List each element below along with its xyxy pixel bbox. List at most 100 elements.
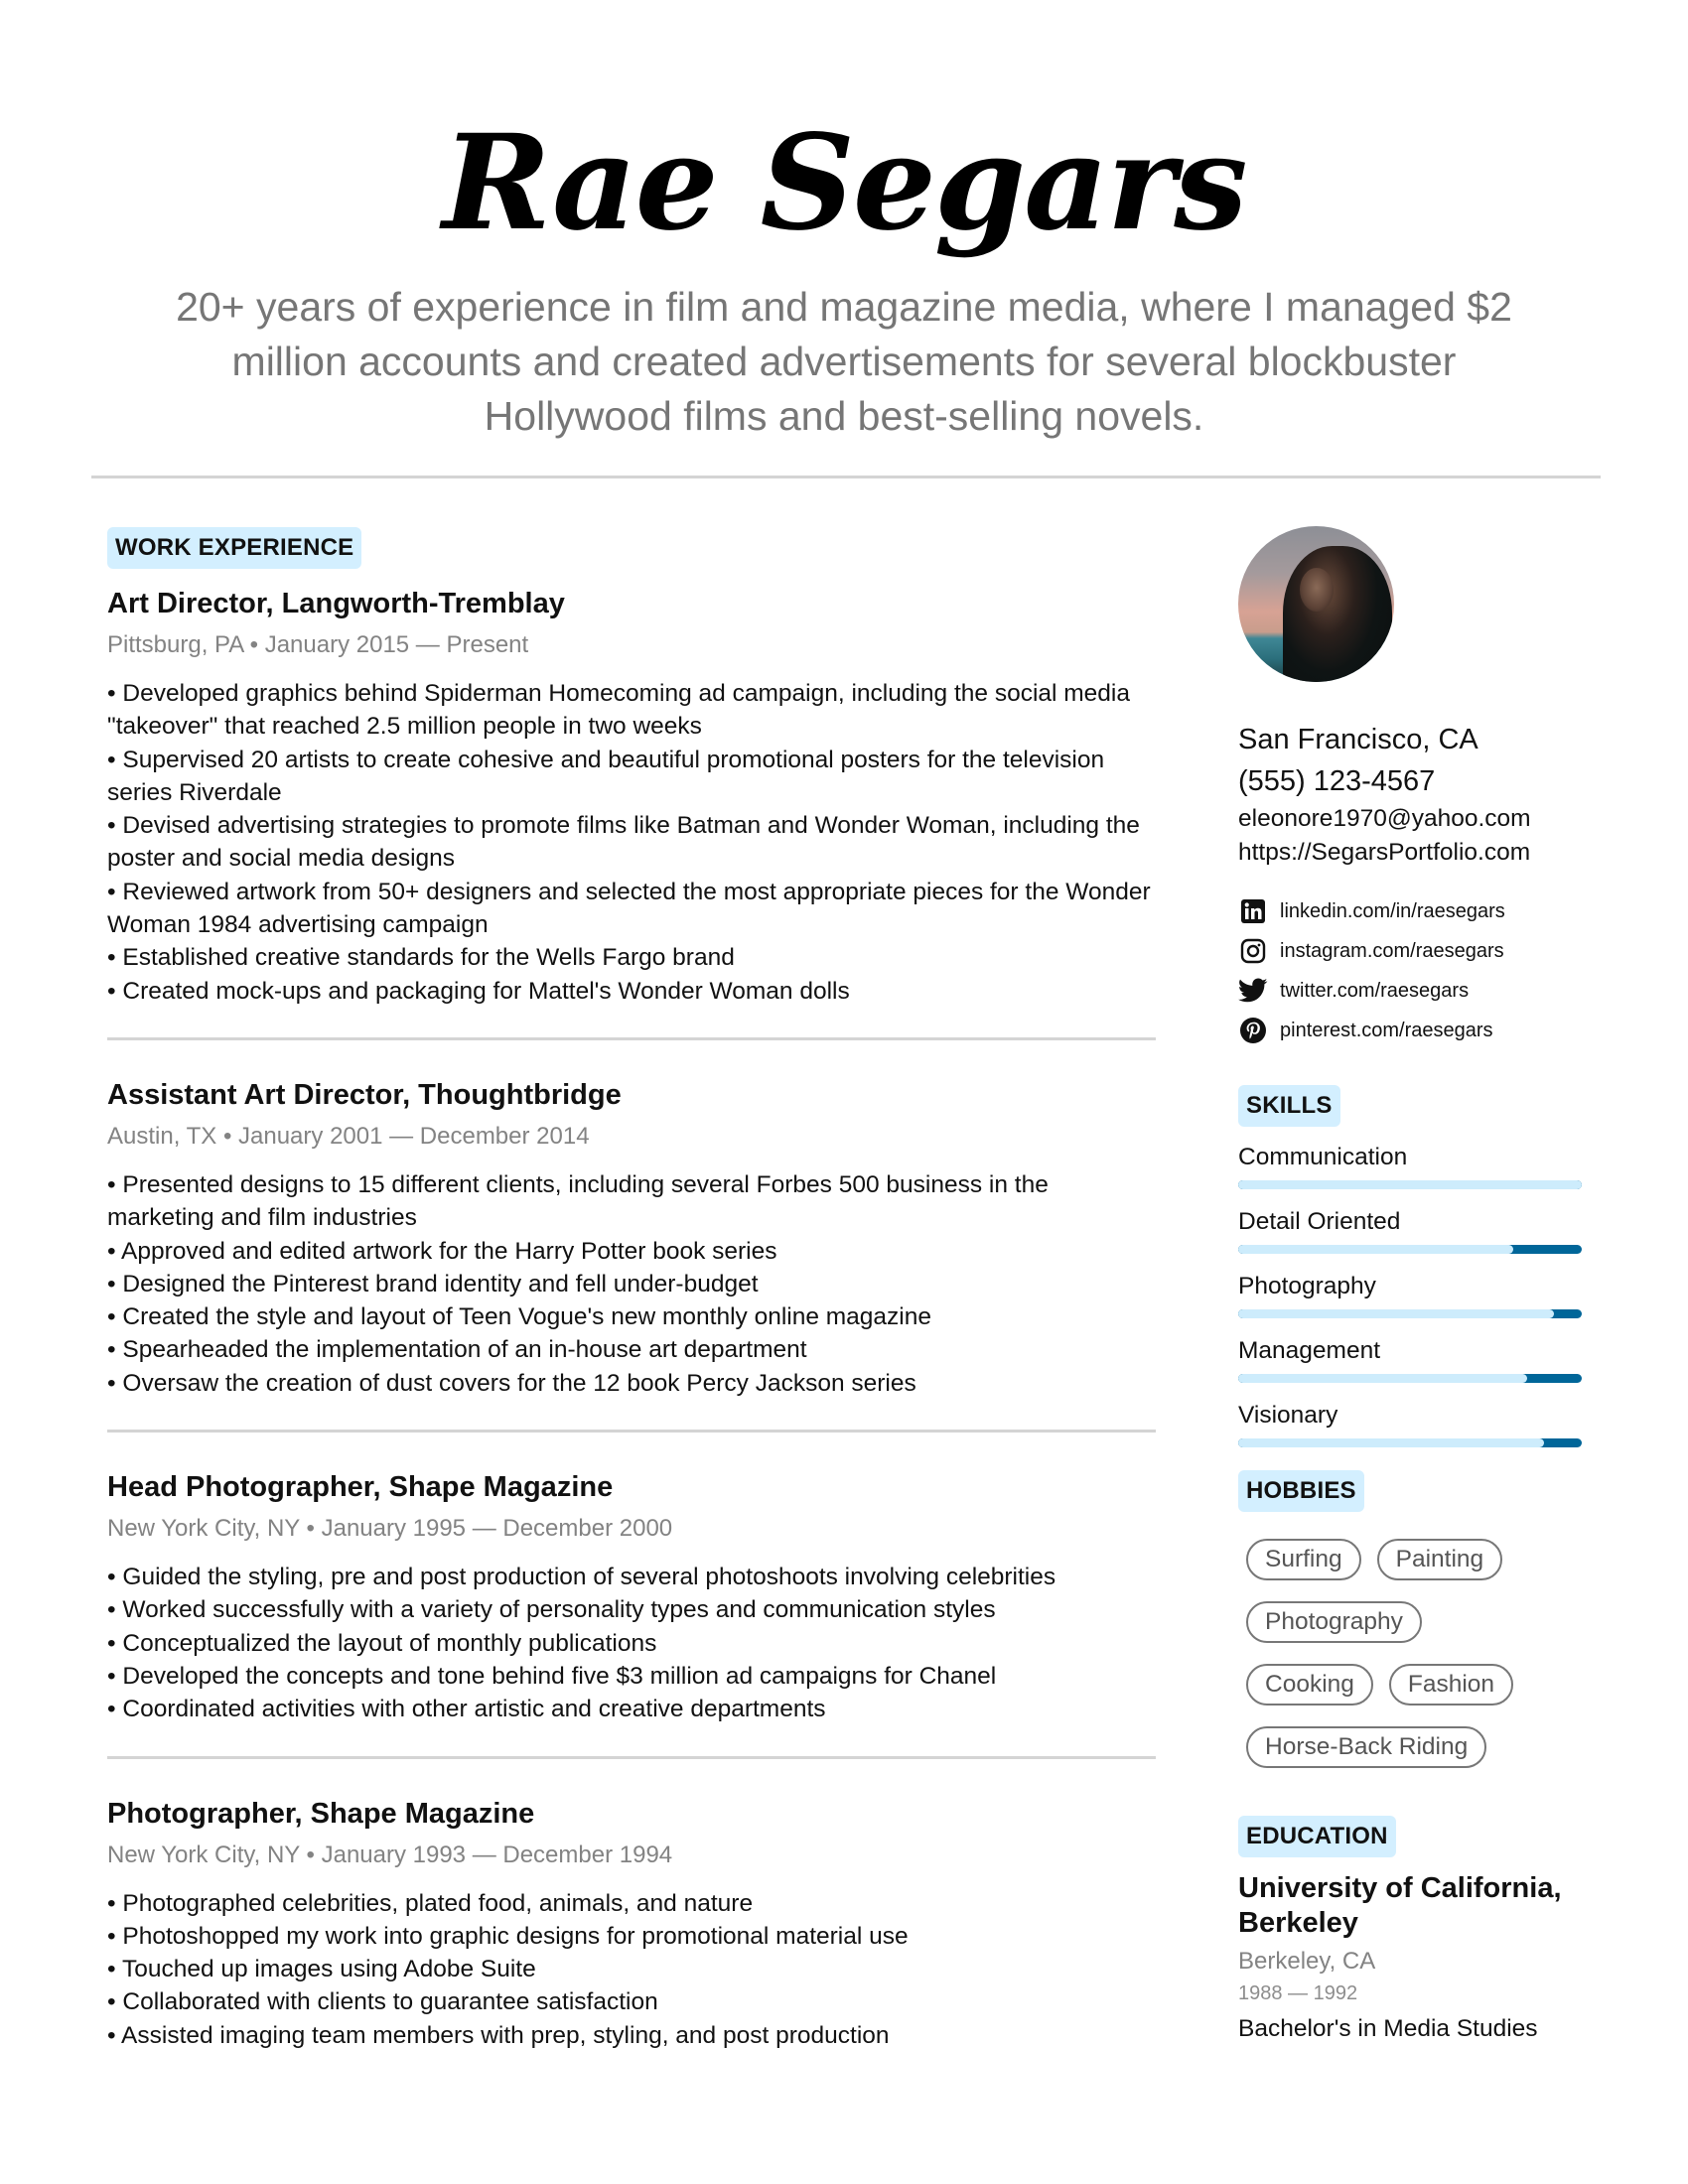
- pinterest-icon: [1238, 1016, 1268, 1045]
- job-bullet: • Worked successfully with a variety of …: [107, 1596, 996, 1624]
- skill-item: Communication: [1238, 1141, 1596, 1189]
- hobby-chip: Fashion: [1388, 1664, 1514, 1706]
- job-meta: New York City, NY • January 1995 — Decem…: [107, 1515, 673, 1543]
- job-meta: Pittsburg, PA • January 2015 — Present: [107, 631, 529, 658]
- job-bullet: • Devised advertising strategies to prom…: [107, 812, 1140, 873]
- section-title-skills: SKILLS: [1238, 1085, 1340, 1127]
- hobby-chip: Photography: [1246, 1601, 1422, 1643]
- job-entry: Photographer, Shape Magazine New York Cit…: [107, 1796, 1156, 2052]
- hobby-chip: Horse-Back Riding: [1246, 1726, 1487, 1768]
- skill-item: Photography: [1238, 1270, 1596, 1318]
- job-bullets: • Developed graphics behind Spiderman Ho…: [107, 677, 1156, 1008]
- job-title: Head Photographer, Shape Magazine: [107, 1471, 614, 1504]
- job-list: Art Director, Langworth-Tremblay Pittsbur…: [107, 586, 1156, 2052]
- skill-list: Communication Detail Oriented Photography M…: [1238, 1141, 1596, 1447]
- skill-level-bar: [1238, 1309, 1582, 1318]
- avatar: [1238, 526, 1394, 682]
- skill-level-fill: [1238, 1309, 1555, 1318]
- education-degree: Bachelor's in Media Studies: [1238, 2015, 1538, 2042]
- skill-label: Communication: [1238, 1144, 1408, 1170]
- skill-item: Visionary: [1238, 1399, 1596, 1447]
- avatar-face: [1300, 568, 1334, 612]
- hobby-list: Surfing Painting Photography Cooking Fashion…: [1246, 1539, 1574, 1789]
- skill-level-fill: [1238, 1245, 1513, 1254]
- skill-label: Visionary: [1238, 1402, 1338, 1429]
- skill-label: Photography: [1238, 1273, 1376, 1299]
- section-title-education: EDUCATION: [1238, 1816, 1396, 1857]
- job-bullet: • Created the style and layout of Teen V…: [107, 1303, 931, 1331]
- social-links: linkedin.com/in/raesegars instagram.com/…: [1238, 891, 1596, 1050]
- sidebar: San Francisco, CA (555) 123-4567 eleonor…: [1238, 526, 1596, 2046]
- education-section: EDUCATION University of California, Berk…: [1238, 1816, 1596, 2046]
- section-title-hobbies: HOBBIES: [1238, 1470, 1364, 1512]
- social-link-pinterest[interactable]: pinterest.com/raesegars: [1238, 1011, 1596, 1050]
- job-bullet: • Photographed celebrities, plated food,…: [107, 1889, 754, 1917]
- social-link-twitter[interactable]: twitter.com/raesegars: [1238, 971, 1596, 1011]
- job-bullet: • Photoshopped my work into graphic desi…: [107, 1922, 909, 1950]
- job-bullets: • Photographed celebrities, plated food,…: [107, 1887, 1156, 2052]
- contact-website[interactable]: https://SegarsPortfolio.com: [1238, 836, 1596, 870]
- twitter-icon: [1238, 976, 1268, 1006]
- job-bullet: • Created mock-ups and packaging for Mat…: [107, 977, 850, 1005]
- job-bullet: • Designed the Pinterest brand identity …: [107, 1270, 759, 1297]
- skill-label: Detail Oriented: [1238, 1208, 1401, 1235]
- job-bullet: • Established creative standards for the…: [107, 944, 735, 972]
- skill-level-bar: [1238, 1438, 1582, 1447]
- hobbies-section: HOBBIES Surfing Painting Photography Cookin…: [1238, 1470, 1596, 1789]
- linkedin-icon: [1238, 896, 1268, 926]
- work-experience-section: WORK EXPERIENCE Art Director, Langworth-…: [107, 527, 1156, 2052]
- job-bullet: • Reviewed artwork from 50+ designers an…: [107, 878, 1151, 939]
- job-bullet: • Coordinated activities with other arti…: [107, 1696, 826, 1723]
- job-separator: [107, 1036, 1156, 1040]
- job-bullet: • Collaborated with clients to guarantee…: [107, 1988, 658, 2016]
- contact-phone: (555) 123-4567: [1238, 765, 1436, 797]
- contact-city: San Francisco, CA: [1238, 724, 1478, 755]
- social-link-label: linkedin.com/in/raesegars: [1280, 899, 1505, 922]
- job-bullet: • Assisted imaging team members with pre…: [107, 2021, 890, 2049]
- hobby-chip: Surfing: [1246, 1539, 1361, 1580]
- job-entry: Art Director, Langworth-Tremblay Pittsbur…: [107, 586, 1156, 1008]
- social-link-label: twitter.com/raesegars: [1280, 979, 1470, 1002]
- resume-summary: 20+ years of experience in film and maga…: [176, 284, 1512, 439]
- skill-level-bar: [1238, 1245, 1582, 1254]
- skill-item: Management: [1238, 1334, 1596, 1383]
- skill-item: Detail Oriented: [1238, 1205, 1596, 1254]
- job-bullet: • Conceptualized the layout of monthly p…: [107, 1629, 657, 1657]
- job-bullet: • Touched up images using Adobe Suite: [107, 1956, 536, 1983]
- section-title-work-experience: WORK EXPERIENCE: [107, 527, 362, 569]
- contact-email[interactable]: eleonore1970@yahoo.com: [1238, 802, 1596, 836]
- social-link-instagram[interactable]: instagram.com/raesegars: [1238, 931, 1596, 971]
- social-link-label: pinterest.com/raesegars: [1280, 1019, 1493, 1041]
- education-location: Berkeley, CA: [1238, 1948, 1376, 1975]
- job-entry: Head Photographer, Shape Magazine New Yor…: [107, 1469, 1156, 1725]
- job-entry: Assistant Art Director, Thoughtbridge Aus…: [107, 1077, 1156, 1400]
- skill-level-fill: [1238, 1180, 1582, 1189]
- job-bullets: • Presented designs to 15 different clie…: [107, 1168, 1156, 1400]
- header-divider: [91, 476, 1601, 478]
- instagram-icon: [1238, 936, 1268, 966]
- skill-level-fill: [1238, 1438, 1544, 1447]
- job-title: Assistant Art Director, Thoughtbridge: [107, 1078, 622, 1111]
- job-bullet: • Developed graphics behind Spiderman Ho…: [107, 680, 1131, 741]
- job-title: Art Director, Langworth-Tremblay: [107, 588, 565, 619]
- avatar-figure: [1283, 546, 1392, 682]
- job-bullet: • Supervised 20 artists to create cohesi…: [107, 746, 1105, 806]
- job-bullet: • Spearheaded the implementation of an i…: [107, 1336, 807, 1364]
- education-dates: 1988 — 1992: [1238, 1982, 1358, 2004]
- skills-section: SKILLS Communication Detail Oriented Photo…: [1238, 1085, 1596, 1447]
- job-meta: Austin, TX • January 2001 — December 201…: [107, 1122, 590, 1150]
- job-bullet: • Guided the styling, pre and post produ…: [107, 1564, 1056, 1591]
- social-link-label: instagram.com/raesegars: [1280, 939, 1504, 962]
- job-separator: [107, 1755, 1156, 1759]
- job-bullet: • Developed the concepts and tone behind…: [107, 1662, 997, 1690]
- education-school: University of California, Berkeley: [1238, 1872, 1562, 1939]
- job-separator: [107, 1430, 1156, 1433]
- social-link-linkedin[interactable]: linkedin.com/in/raesegars: [1238, 891, 1596, 931]
- hobby-chip: Cooking: [1246, 1664, 1373, 1706]
- job-bullet: • Approved and edited artwork for the Ha…: [107, 1237, 777, 1265]
- skill-level-bar: [1238, 1180, 1582, 1189]
- hobby-chip: Painting: [1376, 1539, 1503, 1580]
- job-title: Photographer, Shape Magazine: [107, 1797, 535, 1830]
- job-meta: New York City, NY • January 1993 — Decem…: [107, 1841, 673, 1868]
- job-bullets: • Guided the styling, pre and post produ…: [107, 1561, 1156, 1725]
